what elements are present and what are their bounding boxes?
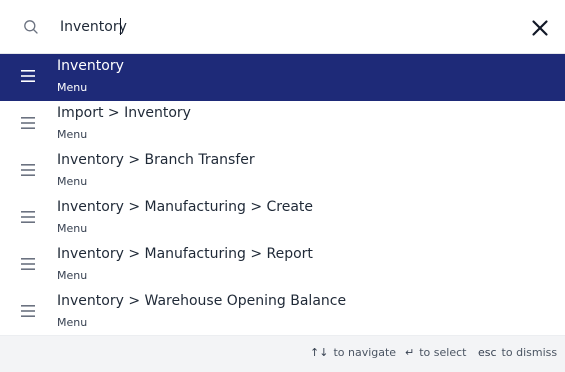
menu-icon xyxy=(21,258,35,270)
arrow-keys-icon: ↑↓ xyxy=(310,346,329,359)
dismiss-hint: esc to dismiss xyxy=(478,346,557,359)
result-item[interactable]: Import > Inventory Menu xyxy=(0,101,565,148)
result-item[interactable]: Inventory > Manufacturing > Create Menu xyxy=(0,195,565,242)
menu-icon xyxy=(21,117,35,129)
result-item[interactable]: Inventory > Warehouse Opening Balance Me… xyxy=(0,289,565,335)
close-icon[interactable] xyxy=(528,16,552,40)
dismiss-label: to dismiss xyxy=(501,346,558,359)
result-item[interactable]: Inventory > Branch Transfer Menu xyxy=(0,148,565,195)
navigate-label: to navigate xyxy=(333,346,397,359)
result-title: Inventory > Manufacturing > Create xyxy=(57,199,314,215)
result-title: Inventory xyxy=(57,58,124,74)
results-list: Inventory Menu Import > Inventory Menu I… xyxy=(0,54,565,335)
result-subtitle: Menu xyxy=(57,81,88,94)
result-subtitle: Menu xyxy=(57,128,88,141)
keyboard-hints-footer: ↑↓ to navigate ↵ to select esc to dismiss xyxy=(0,335,565,372)
result-subtitle: Menu xyxy=(57,175,88,188)
menu-icon xyxy=(21,305,35,317)
result-subtitle: Menu xyxy=(57,269,88,282)
navigate-hint: ↑↓ to navigate xyxy=(310,346,396,359)
search-icon xyxy=(24,20,38,34)
result-subtitle: Menu xyxy=(57,316,88,329)
select-label: to select xyxy=(419,346,467,359)
result-item[interactable]: Inventory > Manufacturing > Report Menu xyxy=(0,242,565,289)
result-title: Inventory > Warehouse Opening Balance xyxy=(57,293,347,309)
enter-key-icon: ↵ xyxy=(405,346,415,359)
result-item[interactable]: Inventory Menu xyxy=(0,54,565,101)
search-bar xyxy=(0,0,565,54)
result-subtitle: Menu xyxy=(57,222,88,235)
menu-icon xyxy=(21,164,35,176)
search-input[interactable] xyxy=(60,15,500,39)
text-caret xyxy=(120,18,121,35)
menu-icon xyxy=(21,70,35,82)
esc-key-label: esc xyxy=(478,346,497,359)
result-title: Inventory > Manufacturing > Report xyxy=(57,246,313,262)
select-hint: ↵ to select xyxy=(405,346,466,359)
menu-icon xyxy=(21,211,35,223)
result-title: Import > Inventory xyxy=(57,105,191,121)
result-title: Inventory > Branch Transfer xyxy=(57,152,255,168)
